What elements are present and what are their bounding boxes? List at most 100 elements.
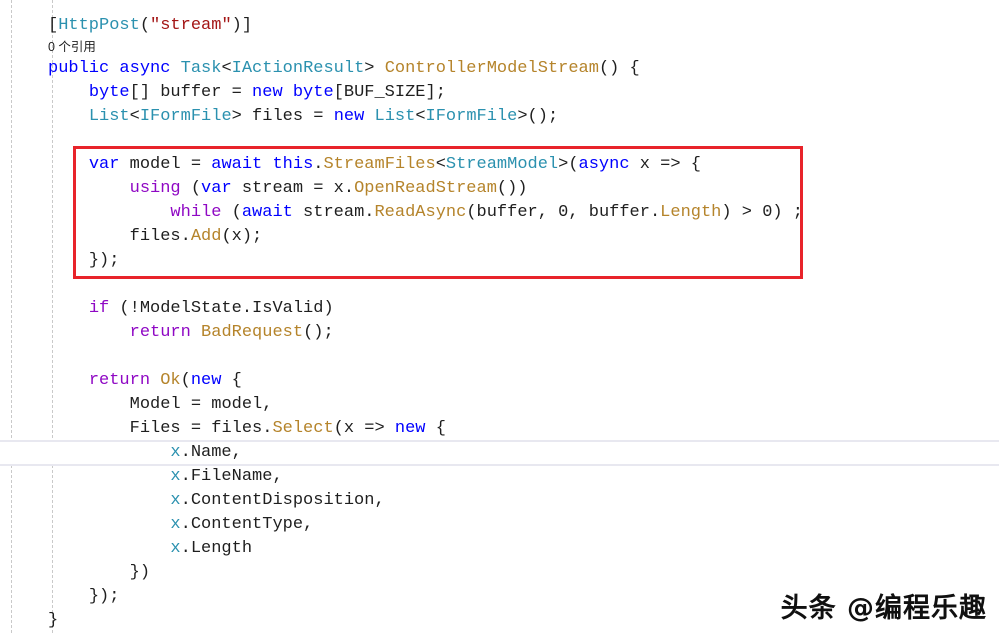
- code-token: x: [170, 443, 181, 462]
- code-token: new: [252, 83, 283, 102]
- code-line: x.ContentType,: [0, 513, 999, 537]
- code-token: new: [190, 371, 222, 390]
- code-token: (x);: [221, 227, 263, 246]
- code-token: {: [425, 419, 446, 438]
- code-token: BadRequest: [201, 323, 304, 342]
- code-token: > files =: [231, 107, 334, 126]
- code-token: });: [88, 587, 120, 606]
- code-line: x.Length: [0, 537, 999, 561]
- code-token: <: [435, 155, 446, 174]
- code-token: ): [323, 299, 334, 318]
- code-line: public async Task<IActionResult> Control…: [0, 57, 999, 81]
- code-token: Length: [660, 203, 722, 222]
- code-token: await: [241, 203, 293, 222]
- code-token: x: [170, 515, 181, 534]
- code-line: files.Add(x);: [0, 225, 999, 249]
- code-token: List: [374, 107, 416, 126]
- code-token: "stream": [150, 16, 232, 35]
- code-token: >(: [558, 155, 579, 174]
- code-token: (buffer,: [466, 203, 559, 222]
- code-token: });: [88, 251, 120, 270]
- code-line: using (var stream = x.OpenReadStream()): [0, 177, 999, 201]
- code-token: var: [201, 179, 232, 198]
- code-token: List: [88, 107, 130, 126]
- code-line: Files = files.Select(x => new {: [0, 417, 999, 441]
- code-token: .ContentType,: [180, 515, 314, 534]
- code-line: });: [0, 249, 999, 273]
- code-content[interactable]: [HttpPost("stream")] 0 个引用 public async Ta…: [0, 0, 999, 633]
- code-token: ) >: [721, 203, 763, 222]
- code-token: (: [139, 16, 151, 35]
- code-token: <: [221, 59, 232, 78]
- code-token: async: [578, 155, 630, 174]
- code-token: 0: [762, 203, 773, 222]
- code-token: return: [129, 323, 191, 342]
- code-token: ();: [303, 323, 334, 342]
- code-token: [BUF_SIZE];: [333, 83, 446, 102]
- code-token: model =: [119, 155, 212, 174]
- code-token: .: [313, 155, 324, 174]
- code-token: Model = model,: [129, 395, 273, 414]
- code-editor-surface[interactable]: [HttpPost("stream")] 0 个引用 public async Ta…: [0, 0, 999, 633]
- code-token: byte: [292, 83, 334, 102]
- code-token: <: [415, 107, 426, 126]
- code-token: <: [129, 107, 140, 126]
- code-token: 0: [558, 203, 569, 222]
- code-token: public: [48, 59, 110, 78]
- code-line: return Ok(new {: [0, 369, 999, 393]
- code-token: async: [119, 59, 171, 78]
- code-token: using: [129, 179, 181, 198]
- code-token: x: [170, 491, 181, 510]
- code-token: new: [333, 107, 365, 126]
- code-token: if: [88, 299, 110, 318]
- code-token: StreamFiles: [323, 155, 436, 174]
- code-token: .ContentDisposition,: [180, 491, 385, 510]
- code-token: IsValid: [252, 299, 324, 318]
- code-token: StreamModel: [445, 155, 559, 174]
- code-token: Add: [190, 227, 222, 246]
- code-token: }): [129, 563, 151, 582]
- code-line: x.ContentDisposition,: [0, 489, 999, 513]
- code-token: while: [170, 203, 222, 222]
- code-token: IFormFile: [425, 107, 518, 126]
- code-token: var: [88, 155, 120, 174]
- code-token: byte: [88, 83, 130, 102]
- code-token: ReadAsync: [374, 203, 467, 222]
- code-token: 0 个引用: [48, 40, 96, 54]
- code-line: x.FileName,: [0, 465, 999, 489]
- codelens-reference-count[interactable]: 0 个引用: [0, 38, 999, 57]
- code-line: byte[] buffer = new byte[BUF_SIZE];: [0, 81, 999, 105]
- code-token: await: [211, 155, 263, 174]
- code-token: [: [48, 16, 59, 35]
- code-line: [HttpPost("stream")]: [0, 14, 999, 38]
- code-token: new: [394, 419, 426, 438]
- code-token: Ok: [160, 371, 181, 390]
- code-token: (: [180, 179, 202, 198]
- code-token: ) ;: [772, 203, 804, 222]
- code-token: Select: [272, 419, 334, 438]
- code-token: (x =>: [333, 419, 395, 438]
- code-line: if (!ModelState.IsValid): [0, 297, 999, 321]
- code-token: x: [170, 467, 181, 486]
